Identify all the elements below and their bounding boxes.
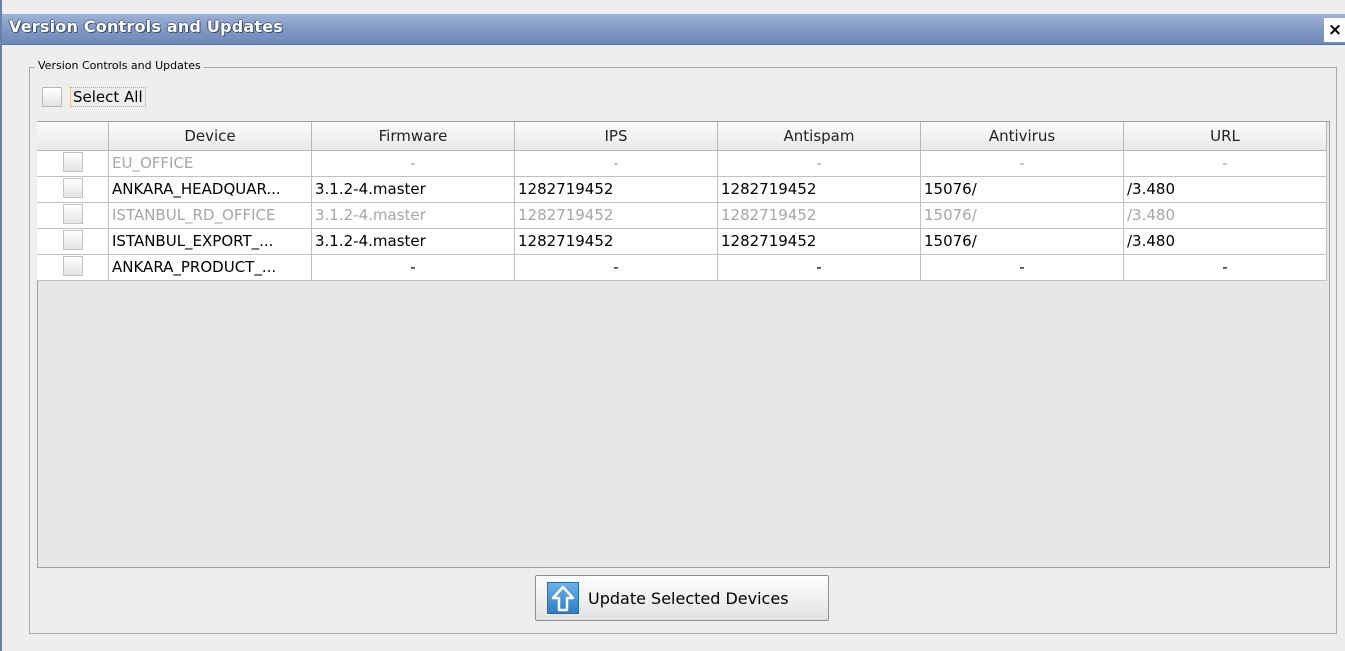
cell-device: EU_OFFICE [109, 151, 312, 177]
table-row[interactable]: ANKARA_PRODUCT_... - - - - - [37, 255, 1327, 281]
arrow-up-icon [547, 582, 579, 614]
column-header-antivirus[interactable]: Antivirus [921, 122, 1124, 151]
select-all-label: Select All [70, 87, 146, 107]
cell-device: ISTANBUL_EXPORT_... [109, 229, 312, 255]
column-header-firmware[interactable]: Firmware [312, 122, 515, 151]
table-body: EU_OFFICE - - - - - ANKARA_HEADQUAR... 3.1.2-4.… [37, 151, 1327, 281]
cell-antivirus: 15076/ [921, 177, 1124, 203]
column-header-select[interactable] [37, 122, 109, 151]
cell-url: - [1124, 151, 1327, 177]
dialog-window: Version Controls and Updates × Version C… [0, 0, 1345, 651]
checkbox-icon[interactable] [42, 87, 62, 107]
cell-device: ISTANBUL_RD_OFFICE [109, 203, 312, 229]
cell-device: ANKARA_PRODUCT_... [109, 255, 312, 281]
cell-antivirus: 15076/ [921, 229, 1124, 255]
cell-antivirus: - [921, 255, 1124, 281]
group-legend: Version Controls and Updates [35, 59, 204, 72]
column-header-url[interactable]: URL [1124, 122, 1327, 151]
row-checkbox[interactable] [62, 178, 83, 198]
row-select-cell [37, 151, 109, 177]
close-button[interactable]: × [1324, 18, 1345, 42]
row-select-cell [37, 255, 109, 281]
row-checkbox[interactable] [62, 152, 83, 172]
cell-firmware: - [312, 151, 515, 177]
cell-url: /3.480 [1124, 203, 1327, 229]
row-checkbox[interactable] [62, 204, 83, 224]
cell-ips: 1282719452 [515, 177, 718, 203]
cell-firmware: 3.1.2-4.master [312, 229, 515, 255]
row-select-cell [37, 203, 109, 229]
cell-device: ANKARA_HEADQUAR... [109, 177, 312, 203]
title-bar[interactable]: Version Controls and Updates [2, 14, 1345, 45]
cell-antispam: 1282719452 [718, 203, 921, 229]
cell-firmware: 3.1.2-4.master [312, 177, 515, 203]
row-checkbox[interactable] [62, 230, 83, 250]
update-selected-devices-button[interactable]: Update Selected Devices [535, 575, 829, 621]
table-row[interactable]: ISTANBUL_RD_OFFICE 3.1.2-4.master 12827194… [37, 203, 1327, 229]
cell-ips: 1282719452 [515, 203, 718, 229]
cell-antispam: - [718, 255, 921, 281]
table-row[interactable]: ISTANBUL_EXPORT_... 3.1.2-4.master 1282719… [37, 229, 1327, 255]
row-select-cell [37, 177, 109, 203]
cell-antispam: 1282719452 [718, 177, 921, 203]
cell-url: /3.480 [1124, 177, 1327, 203]
table-row[interactable]: ANKARA_HEADQUAR... 3.1.2-4.master 12827194… [37, 177, 1327, 203]
column-header-antispam[interactable]: Antispam [718, 122, 921, 151]
table-header: Device Firmware IPS Antispam Antivirus URL [37, 122, 1327, 151]
cell-firmware: 3.1.2-4.master [312, 203, 515, 229]
cell-ips: - [515, 151, 718, 177]
cell-url: /3.480 [1124, 229, 1327, 255]
window-title: Version Controls and Updates [9, 17, 283, 36]
cell-antivirus: 15076/ [921, 203, 1124, 229]
cell-ips: - [515, 255, 718, 281]
table-row[interactable]: EU_OFFICE - - - - - [37, 151, 1327, 177]
row-select-cell [37, 229, 109, 255]
cell-antispam: 1282719452 [718, 229, 921, 255]
cell-ips: 1282719452 [515, 229, 718, 255]
row-checkbox[interactable] [62, 256, 83, 276]
cell-firmware: - [312, 255, 515, 281]
select-all-checkbox[interactable]: Select All [42, 85, 146, 109]
cell-url: - [1124, 255, 1327, 281]
cell-antispam: - [718, 151, 921, 177]
cell-antivirus: - [921, 151, 1124, 177]
update-button-label: Update Selected Devices [588, 588, 789, 608]
column-header-device[interactable]: Device [109, 122, 312, 151]
column-header-ips[interactable]: IPS [515, 122, 718, 151]
